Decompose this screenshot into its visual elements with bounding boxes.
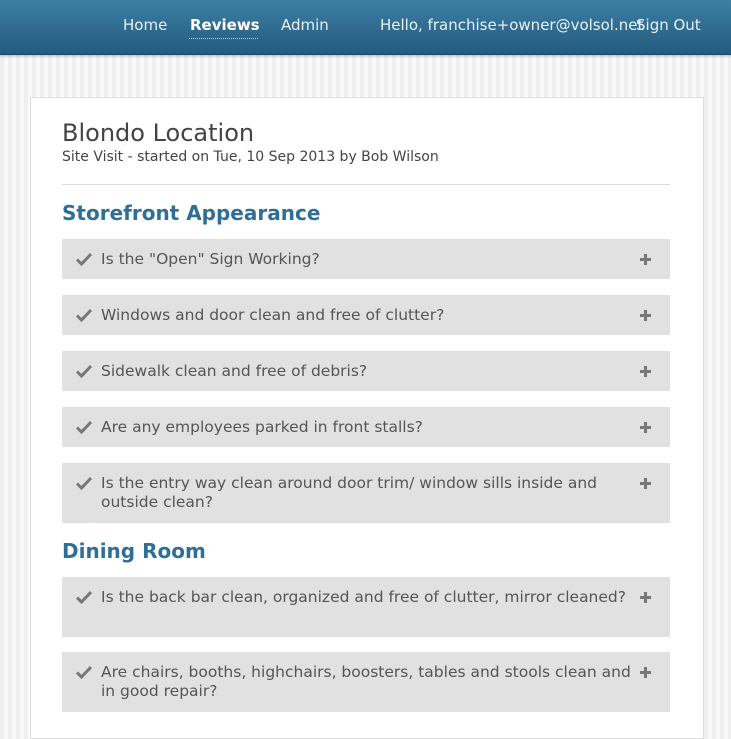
checkmark-icon (76, 420, 92, 434)
plus-icon[interactable] (639, 365, 652, 378)
plus-icon[interactable] (639, 253, 652, 266)
plus-icon[interactable] (639, 591, 652, 604)
checklist-item-label: Is the entry way clean around door trim/… (101, 474, 597, 511)
nav-reviews-link[interactable]: Reviews (190, 16, 260, 34)
checklist-item[interactable]: Sidewalk clean and free of debris? (62, 351, 670, 391)
checkmark-icon (76, 590, 92, 604)
plus-icon[interactable] (639, 666, 652, 679)
checklist-item-label: Are chairs, booths, highchairs, boosters… (101, 663, 631, 700)
nav-admin-link[interactable]: Admin (281, 16, 329, 34)
checklist-item-label: Are any employees parked in front stalls… (101, 418, 423, 436)
checklist-item[interactable]: Is the entry way clean around door trim/… (62, 463, 670, 523)
checklist-item-label: Is the "Open" Sign Working? (101, 250, 320, 268)
user-greeting: Hello, franchise+owner@volsol.net (380, 16, 644, 34)
checkmark-icon (76, 665, 92, 679)
section-heading-storefront: Storefront Appearance (62, 201, 321, 225)
checkmark-icon (76, 252, 92, 266)
site-visit-card: Blondo Location Site Visit - started on … (30, 97, 704, 739)
plus-icon[interactable] (639, 477, 652, 490)
location-title: Blondo Location (62, 119, 255, 147)
section-heading-dining-room: Dining Room (62, 539, 206, 563)
checklist-item[interactable]: Are chairs, booths, highchairs, boosters… (62, 652, 670, 712)
plus-icon[interactable] (639, 309, 652, 322)
checklist-item-label: Is the back bar clean, organized and fre… (101, 588, 626, 606)
nav-home-link[interactable]: Home (123, 16, 167, 34)
divider (62, 184, 670, 185)
checkmark-icon (76, 308, 92, 322)
checklist-item[interactable]: Are any employees parked in front stalls… (62, 407, 670, 447)
checkmark-icon (76, 476, 92, 490)
checklist-item[interactable]: Windows and door clean and free of clutt… (62, 295, 670, 335)
site-visit-subtitle: Site Visit - started on Tue, 10 Sep 2013… (62, 149, 439, 165)
top-navbar: Home Reviews Admin Hello, franchise+owne… (0, 0, 731, 55)
checkmark-icon (76, 364, 92, 378)
checklist-item[interactable]: Is the back bar clean, organized and fre… (62, 577, 670, 637)
plus-icon[interactable] (639, 421, 652, 434)
checklist-item[interactable]: Is the "Open" Sign Working? (62, 239, 670, 279)
active-nav-indicator (189, 38, 258, 39)
checklist-item-label: Sidewalk clean and free of debris? (101, 362, 368, 380)
checklist-item-label: Windows and door clean and free of clutt… (101, 306, 445, 324)
sign-out-link[interactable]: Sign Out (636, 16, 701, 34)
